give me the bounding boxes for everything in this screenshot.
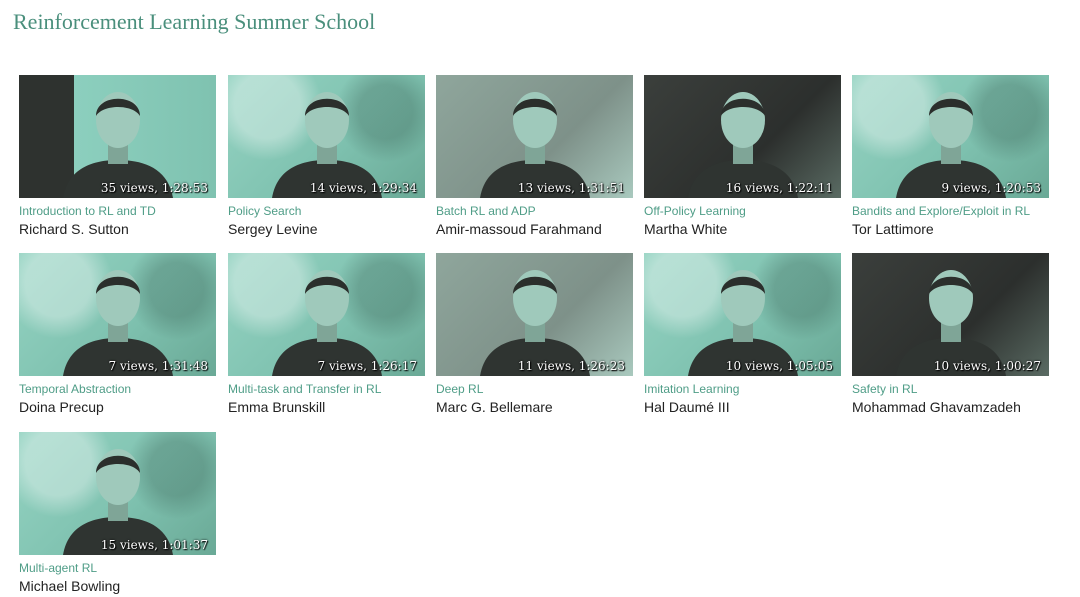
speaker-silhouette-icon: [62, 270, 173, 376]
lecture-topic-link[interactable]: Deep RL: [436, 382, 635, 396]
views-duration-label: 13 views, 1:31:51: [517, 181, 625, 195]
views-duration-label: 14 views, 1:29:34: [309, 181, 417, 195]
speaker-name-link[interactable]: Sergey Levine: [228, 221, 427, 238]
video-thumbnail[interactable]: 7 views, 1:31:48: [19, 253, 216, 376]
speaker-name-link[interactable]: Marc G. Bellemare: [436, 399, 635, 416]
video-thumbnail[interactable]: 10 views, 1:00:27: [852, 253, 1049, 376]
lecture-topic-link[interactable]: Multi-agent RL: [19, 561, 218, 575]
video-thumbnail[interactable]: 16 views, 1:22:11: [644, 75, 841, 198]
speaker-silhouette-icon: [895, 92, 1006, 198]
speaker-silhouette-icon: [271, 270, 382, 376]
lecture-card[interactable]: 16 views, 1:22:11 Off-Policy Learning Mart…: [644, 75, 843, 238]
lecture-card[interactable]: 11 views, 1:26:23 Deep RL Marc G. Bellemar…: [436, 253, 635, 416]
speaker-name-link[interactable]: Hal Daumé III: [644, 399, 843, 416]
video-thumbnail[interactable]: 7 views, 1:26:17: [228, 253, 425, 376]
lecture-topic-link[interactable]: Batch RL and ADP: [436, 204, 635, 218]
lecture-card[interactable]: 10 views, 1:00:27 Safety in RL Mohammad Gh…: [852, 253, 1051, 416]
views-duration-label: 10 views, 1:05:05: [725, 359, 833, 373]
views-duration-label: 15 views, 1:01:37: [100, 538, 208, 552]
speaker-name-link[interactable]: Martha White: [644, 221, 843, 238]
speaker-silhouette-icon: [895, 270, 1006, 376]
page-title: Reinforcement Learning Summer School: [13, 9, 376, 34]
lecture-card[interactable]: 13 views, 1:31:51 Batch RL and ADP Amir-ma…: [436, 75, 635, 238]
lecture-card[interactable]: 10 views, 1:05:05 Imitation Learning Hal D…: [644, 253, 843, 416]
video-thumbnail[interactable]: 10 views, 1:05:05: [644, 253, 841, 376]
lecture-card[interactable]: 35 views, 1:28:53 Introduction to RL and …: [19, 75, 218, 238]
video-thumbnail[interactable]: 15 views, 1:01:37: [19, 432, 216, 555]
lecture-card[interactable]: 9 views, 1:20:53 Bandits and Explore/Expl…: [852, 75, 1051, 238]
speaker-name-link[interactable]: Michael Bowling: [19, 578, 218, 595]
video-thumbnail[interactable]: 35 views, 1:28:53: [19, 75, 216, 198]
speaker-silhouette-icon: [479, 92, 590, 198]
lecture-topic-link[interactable]: Off-Policy Learning: [644, 204, 843, 218]
lecture-topic-link[interactable]: Temporal Abstraction: [19, 382, 218, 396]
video-thumbnail[interactable]: 9 views, 1:20:53: [852, 75, 1049, 198]
views-duration-label: 7 views, 1:26:17: [317, 359, 418, 373]
speaker-silhouette-icon: [479, 270, 590, 376]
speaker-silhouette-icon: [687, 92, 798, 198]
speaker-silhouette-icon: [62, 449, 173, 555]
video-thumbnail[interactable]: 14 views, 1:29:34: [228, 75, 425, 198]
lecture-card[interactable]: 7 views, 1:26:17 Multi-task and Transfer …: [228, 253, 427, 416]
page: Reinforcement Learning Summer School 35 …: [0, 0, 1080, 597]
video-thumbnail[interactable]: 13 views, 1:31:51: [436, 75, 633, 198]
views-duration-label: 11 views, 1:26:23: [517, 359, 625, 373]
lecture-topic-link[interactable]: Imitation Learning: [644, 382, 843, 396]
speaker-silhouette-icon: [62, 92, 173, 198]
lecture-card[interactable]: 14 views, 1:29:34 Policy Search Sergey Lev…: [228, 75, 427, 238]
speaker-name-link[interactable]: Amir-massoud Farahmand: [436, 221, 635, 238]
video-thumbnail[interactable]: 11 views, 1:26:23: [436, 253, 633, 376]
lecture-topic-link[interactable]: Policy Search: [228, 204, 427, 218]
speaker-name-link[interactable]: Doina Precup: [19, 399, 218, 416]
views-duration-label: 10 views, 1:00:27: [933, 359, 1041, 373]
speaker-name-link[interactable]: Tor Lattimore: [852, 221, 1051, 238]
views-duration-label: 35 views, 1:28:53: [100, 181, 208, 195]
lecture-card[interactable]: 15 views, 1:01:37 Multi-agent RL Michael B…: [19, 432, 218, 595]
speaker-silhouette-icon: [271, 92, 382, 198]
views-duration-label: 16 views, 1:22:11: [725, 181, 833, 195]
views-duration-label: 9 views, 1:20:53: [941, 181, 1042, 195]
speaker-name-link[interactable]: Richard S. Sutton: [19, 221, 218, 238]
lecture-topic-link[interactable]: Safety in RL: [852, 382, 1051, 396]
lecture-card[interactable]: 7 views, 1:31:48 Temporal Abstraction Doin…: [19, 253, 218, 416]
speaker-name-link[interactable]: Emma Brunskill: [228, 399, 427, 416]
speaker-silhouette-icon: [687, 270, 798, 376]
speaker-name-link[interactable]: Mohammad Ghavamzadeh: [852, 399, 1051, 416]
lecture-topic-link[interactable]: Multi-task and Transfer in RL: [228, 382, 427, 396]
lecture-topic-link[interactable]: Bandits and Explore/Exploit in RL: [852, 204, 1051, 218]
lecture-topic-link[interactable]: Introduction to RL and TD: [19, 204, 218, 218]
views-duration-label: 7 views, 1:31:48: [108, 359, 209, 373]
